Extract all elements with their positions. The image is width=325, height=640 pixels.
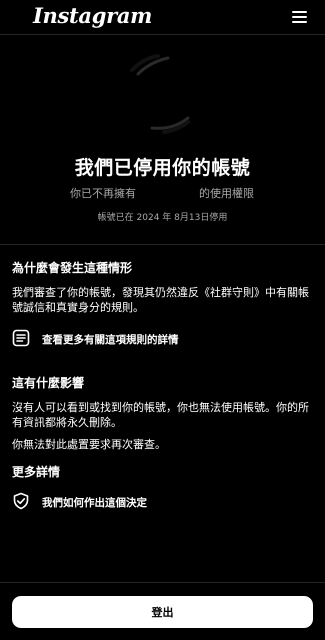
why-heading: 為什麼會發生這種情形 <box>12 261 133 275</box>
disabled-account-screen: Instagram 我們已停用你的帳號 你已不再擁有 的使用權限 帳號已在 20… <box>0 0 325 640</box>
disabled-date: 帳號已在 2024 年 8月13日停用 <box>97 213 228 223</box>
decision-process-link-label: 我們如何作出這個決定 <box>42 497 147 509</box>
impact-heading: 這有什麼影響 <box>12 376 85 390</box>
why-body: 我們審查了你的帳號，發現其仍然違反《社群守則》中有關帳號誠信和真實身分的規則。 <box>12 286 309 314</box>
decision-process-link[interactable]: 我們如何作出這個決定 <box>12 492 192 512</box>
shield-check-icon <box>13 492 29 510</box>
instagram-logo[interactable]: Instagram <box>33 3 152 28</box>
rule-details-link-label: 查看更多有關這項規則的詳情 <box>42 334 179 346</box>
details-heading: 更多詳情 <box>12 465 61 479</box>
top-bar: Instagram <box>0 0 325 35</box>
access-notice-suffix: 的使用權限 <box>199 187 254 200</box>
avatar-ring-icon <box>130 54 190 134</box>
access-notice-prefix: 你已不再擁有 <box>70 187 136 200</box>
divider <box>0 244 325 245</box>
rule-details-link[interactable]: 查看更多有關這項規則的詳情 <box>12 329 212 349</box>
document-icon <box>12 329 30 347</box>
access-notice: 你已不再擁有 的使用權限 <box>0 185 325 203</box>
page-title: 我們已停用你的帳號 <box>74 157 251 179</box>
footer: 登出 <box>0 582 325 640</box>
no-appeal-notice: 你無法對此處置要求再次審查。 <box>12 438 166 451</box>
hamburger-menu-icon[interactable] <box>290 8 310 26</box>
impact-body: 沒有人可以看到或找到你的帳號，你也無法使用帳號。你的所有資訊都將永久刪除。 <box>12 401 309 429</box>
logout-button[interactable]: 登出 <box>12 596 313 628</box>
